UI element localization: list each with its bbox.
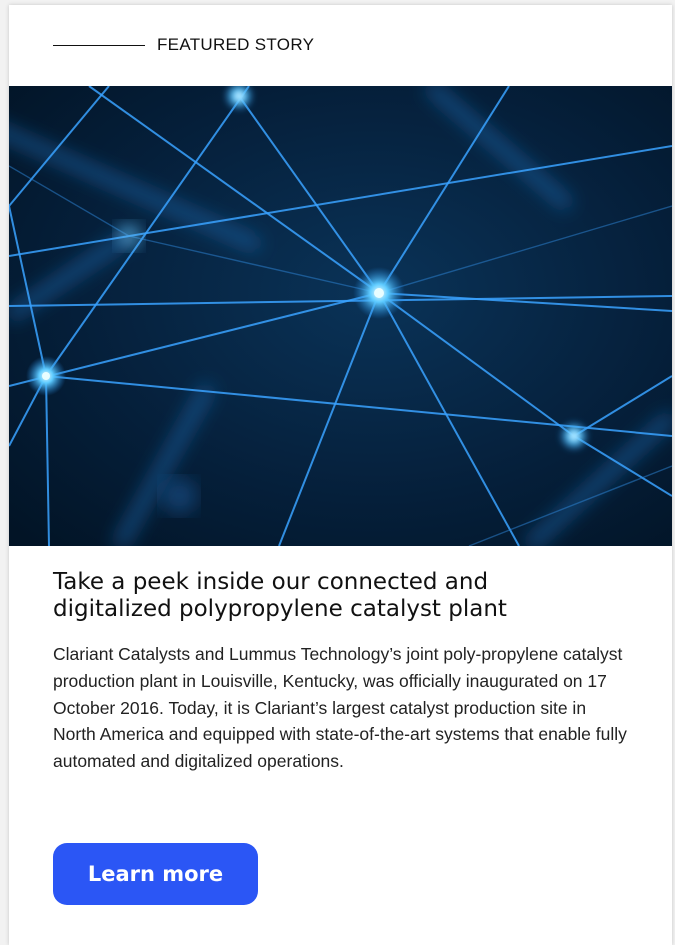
learn-more-button[interactable]: Learn more xyxy=(53,843,258,905)
eyebrow-rule xyxy=(53,44,145,46)
eyebrow-label: FEATURED STORY xyxy=(157,35,315,54)
featured-story-card: FEATURED STORY Take a peek inside our co… xyxy=(9,5,672,945)
eyebrow: FEATURED STORY xyxy=(53,35,314,55)
article-body: Clariant Catalysts and Lummus Technology… xyxy=(53,644,627,772)
article-title: Take a peek inside our connected and dig… xyxy=(53,569,507,622)
network-illustration xyxy=(9,86,672,546)
hero-image xyxy=(9,86,672,546)
